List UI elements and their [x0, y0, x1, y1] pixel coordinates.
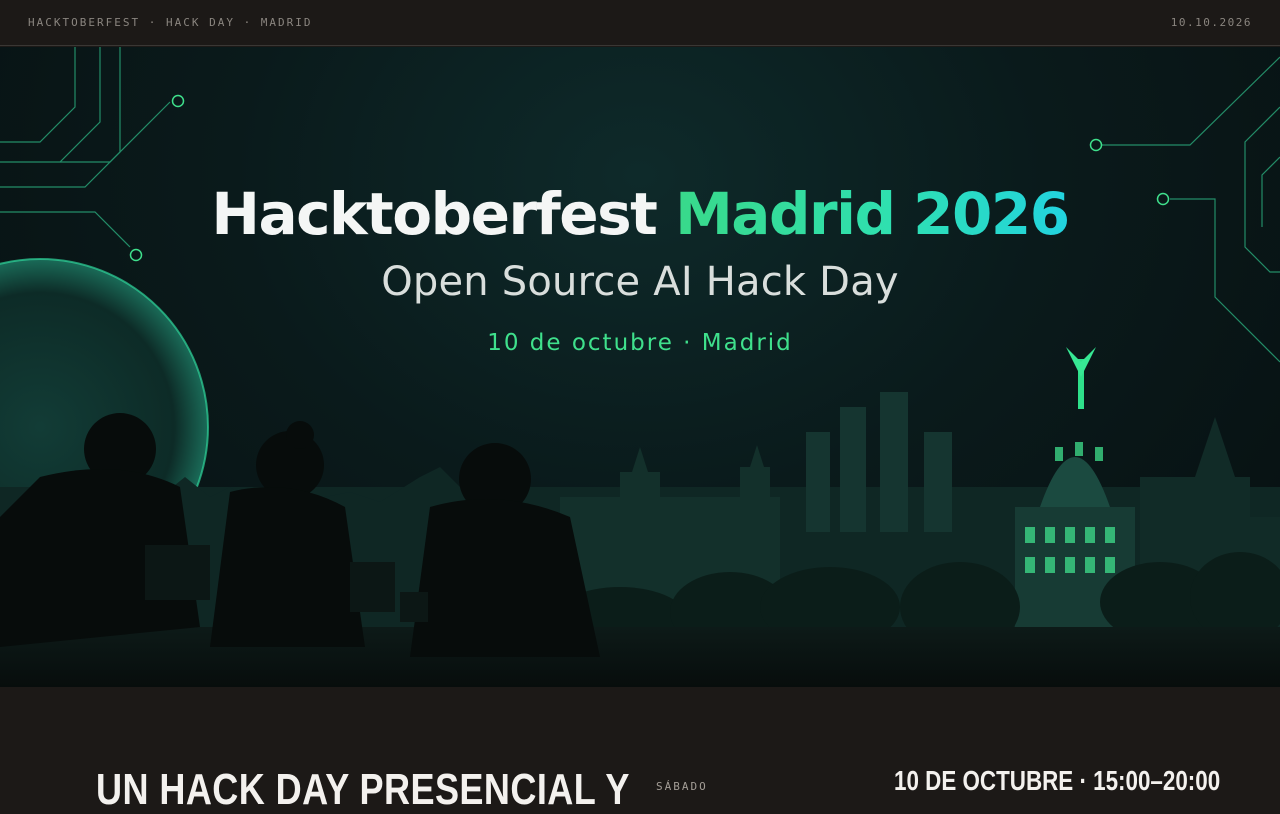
section-heading: UN HACK DAY PRESENCIAL Y	[96, 765, 630, 814]
hero-title: Hacktoberfest Madrid 2026	[0, 179, 1280, 249]
day-label: SÁBADO	[656, 780, 708, 793]
hero-subtitle: Open Source AI Hack Day	[381, 259, 899, 305]
hero-title-part1: Hacktoberfest	[211, 180, 657, 248]
hero-title-part2: Madrid 2026	[675, 180, 1070, 248]
event-date-label: 10.10.2026	[1170, 16, 1252, 29]
event-info-section: UN HACK DAY PRESENCIAL Y SÁBADO 10 DE OC…	[0, 687, 1280, 813]
hero-banner: Hacktoberfest Madrid 2026 Open Source AI…	[0, 47, 1280, 687]
date-time-label: 10 DE OCTUBRE · 15:00–20:00	[894, 765, 1221, 796]
madrid-skyline-illustration	[0, 47, 1280, 687]
hero-date-line: 10 de octubre · Madrid	[487, 330, 793, 356]
people-silhouettes	[0, 413, 600, 657]
top-bar: HACKTOBERFEST · HACK DAY · MADRID 10.10.…	[0, 0, 1280, 46]
brand-link[interactable]: HACKTOBERFEST · HACK DAY · MADRID	[28, 16, 313, 29]
